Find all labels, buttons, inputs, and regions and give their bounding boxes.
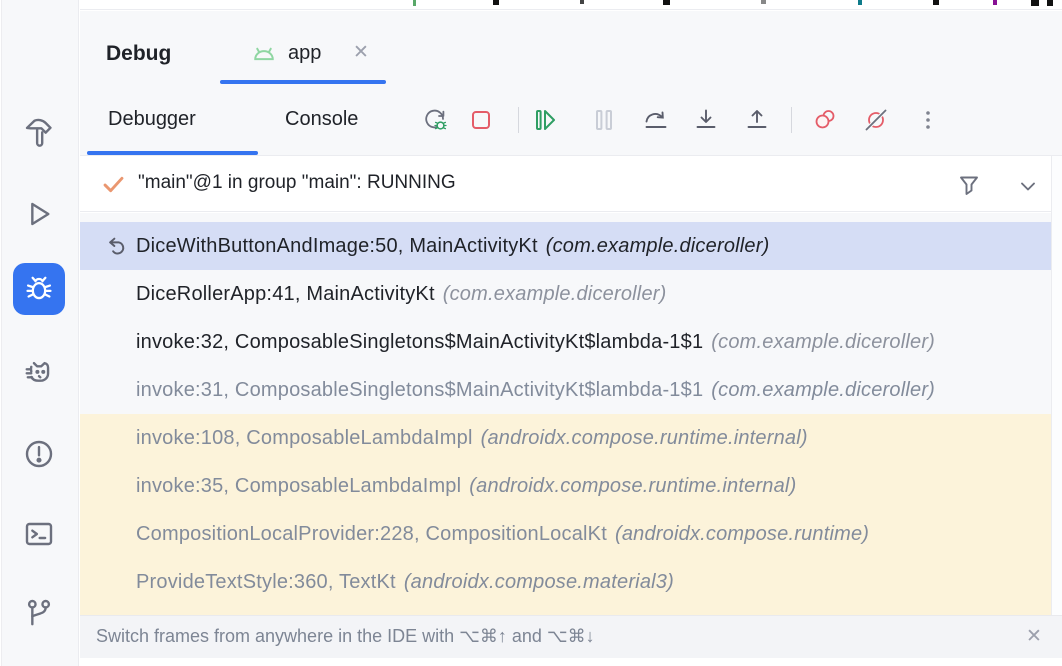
stack-frame-row[interactable]: invoke:108, ComposableLambdaImpl (android… — [80, 414, 1051, 462]
bottom-strip — [80, 658, 1062, 666]
page-title: Debug — [106, 42, 171, 66]
debug-panel: Debug app ✕ Debugger Console — [80, 0, 1062, 666]
window-edge — [0, 0, 2, 666]
stack-frame-row[interactable]: DiceWithButtonAndImage:50, MainActivityK… — [80, 222, 1051, 270]
tab-console-label: Console — [285, 108, 358, 131]
tab-debugger-label: Debugger — [108, 108, 196, 131]
library-frames-continuation — [80, 606, 1051, 615]
frame-package: (androidx.compose.runtime.internal) — [469, 475, 796, 498]
view-breakpoints-button[interactable] — [811, 106, 839, 134]
tool-window-stripe — [0, 0, 79, 666]
toolbar-separator — [518, 107, 519, 133]
active-tab-underline — [87, 151, 258, 155]
checkmark-icon — [100, 171, 127, 198]
sidebar-item-logcat[interactable] — [13, 347, 65, 399]
resume-icon — [531, 106, 559, 134]
frame-package: (com.example.diceroller) — [711, 379, 935, 402]
frame-location: DiceRollerApp:41, MainActivityKt — [136, 283, 435, 306]
more-options-button[interactable] — [914, 106, 942, 134]
frames-list: DiceWithButtonAndImage:50, MainActivityK… — [80, 213, 1051, 615]
close-icon[interactable]: ✕ — [1026, 625, 1042, 648]
scrollbar-gutter[interactable] — [1051, 156, 1062, 615]
editor-bottom-sliver — [80, 0, 1062, 10]
resume-button[interactable] — [531, 106, 559, 134]
step-into-button[interactable] — [692, 106, 720, 134]
stack-frame-row[interactable]: invoke:31, ComposableSingletons$MainActi… — [80, 366, 1051, 414]
curved-arrow-icon — [102, 234, 132, 259]
mute-breakpoints-button[interactable] — [862, 106, 890, 134]
stack-frame-row[interactable]: CompositionLocalProvider:228, Compositio… — [80, 510, 1051, 558]
pause-button[interactable] — [590, 106, 618, 134]
chevron-down-icon — [1016, 174, 1040, 198]
alert-circle-icon — [23, 438, 55, 470]
step-out-button[interactable] — [743, 106, 771, 134]
thread-status-text: "main"@1 in group "main": RUNNING — [138, 172, 456, 194]
sidebar-item-build[interactable] — [13, 107, 65, 159]
filter-button[interactable] — [955, 171, 983, 199]
frame-location: invoke:35, ComposableLambdaImpl — [136, 475, 461, 498]
frame-package: (com.example.diceroller) — [443, 283, 667, 306]
frame-package: (androidx.compose.runtime) — [615, 523, 869, 546]
git-branch-icon — [23, 597, 55, 629]
hint-text: Switch frames from anywhere in the IDE w… — [96, 626, 595, 647]
close-icon[interactable]: ✕ — [353, 41, 369, 64]
frame-package: (com.example.diceroller) — [711, 331, 935, 354]
stop-icon — [467, 106, 495, 134]
rerun-icon — [421, 106, 449, 134]
terminal-icon — [23, 518, 55, 550]
sidebar-item-debug[interactable] — [13, 263, 65, 315]
sidebar-item-problems[interactable] — [13, 428, 65, 480]
filter-icon — [955, 171, 983, 199]
curved-arrow-icon — [105, 234, 130, 259]
tool-window-header: Debug app ✕ — [80, 11, 1062, 84]
android-icon — [250, 41, 278, 69]
tab-console[interactable]: Console — [285, 84, 358, 155]
stop-button[interactable] — [467, 106, 495, 134]
thread-expand-button[interactable] — [1016, 174, 1040, 198]
sidebar-item-version-control[interactable] — [13, 587, 65, 639]
tab-app-label: app — [288, 42, 321, 65]
step-into-icon — [692, 106, 720, 134]
stack-frame-row[interactable]: DiceRollerApp:41, MainActivityKt (com.exa… — [80, 270, 1051, 318]
step-over-icon — [642, 106, 670, 134]
step-out-icon — [743, 106, 771, 134]
frame-location: invoke:108, ComposableLambdaImpl — [136, 427, 473, 450]
stack-frame-row[interactable]: invoke:35, ComposableLambdaImpl (androidx… — [80, 462, 1051, 510]
thread-status-bar[interactable]: "main"@1 in group "main": RUNNING — [80, 156, 1062, 212]
play-icon — [23, 198, 55, 230]
hint-bar: Switch frames from anywhere in the IDE w… — [80, 615, 1062, 658]
stack-frame-row[interactable]: invoke:32, ComposableSingletons$MainActi… — [80, 318, 1051, 366]
frame-package: (androidx.compose.runtime.internal) — [481, 427, 808, 450]
toolbar-separator — [791, 107, 792, 133]
cat-icon — [23, 357, 55, 389]
view-breakpoints-icon — [811, 106, 839, 134]
frame-package: (com.example.diceroller) — [546, 235, 770, 258]
bug-icon — [23, 273, 55, 305]
tab-debugger[interactable]: Debugger — [108, 84, 196, 155]
step-over-button[interactable] — [642, 106, 670, 134]
hammer-icon — [23, 117, 55, 149]
pause-icon — [590, 106, 618, 134]
kebab-menu-icon — [914, 106, 942, 134]
rerun-debug-button[interactable] — [421, 106, 449, 134]
frame-location: CompositionLocalProvider:228, Compositio… — [136, 523, 607, 546]
stack-frame-row[interactable]: ProvideTextStyle:360, TextKt (androidx.co… — [80, 558, 1051, 606]
frame-package: (androidx.compose.material3) — [404, 571, 674, 594]
debugger-toolbar: Debugger Console — [80, 84, 1062, 156]
frame-location: ProvideTextStyle:360, TextKt — [136, 571, 396, 594]
debug-tool-window: Debug app ✕ Debugger Console — [0, 0, 1062, 666]
sidebar-item-terminal[interactable] — [13, 508, 65, 560]
frame-location: invoke:32, ComposableSingletons$MainActi… — [136, 331, 703, 354]
sidebar-item-run[interactable] — [13, 188, 65, 240]
frame-location: DiceWithButtonAndImage:50, MainActivityK… — [136, 235, 538, 258]
frame-location: invoke:31, ComposableSingletons$MainActi… — [136, 379, 703, 402]
mute-breakpoints-icon — [862, 106, 890, 134]
tab-app[interactable]: app ✕ — [220, 29, 386, 84]
